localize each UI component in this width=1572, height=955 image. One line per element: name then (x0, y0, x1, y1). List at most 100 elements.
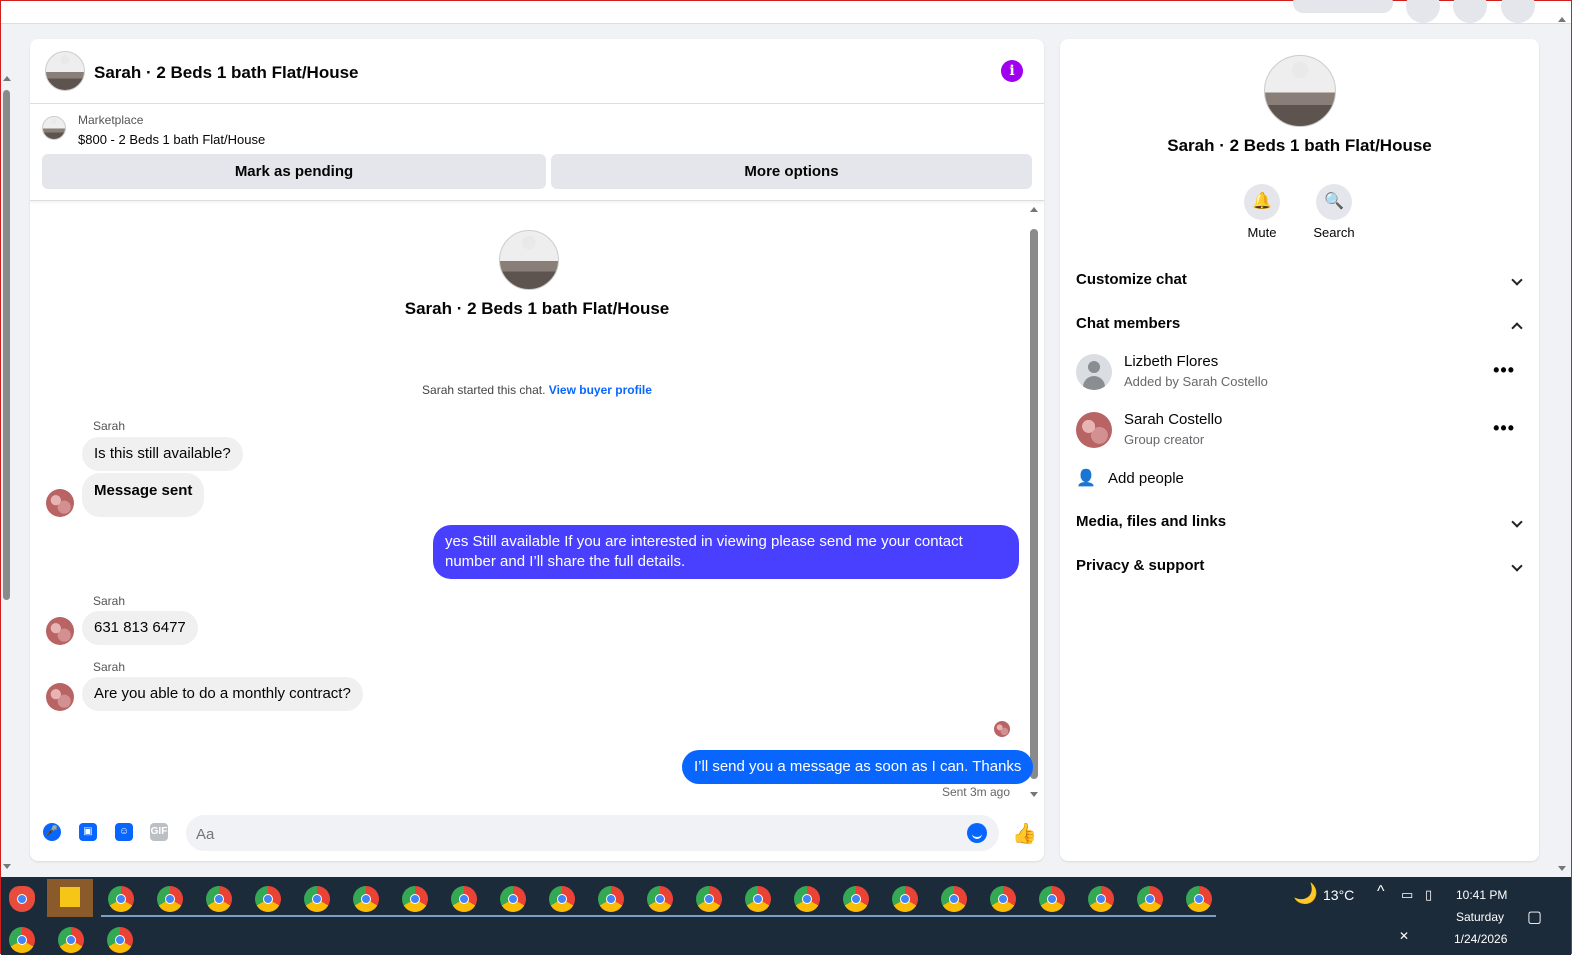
scroll-up-icon[interactable] (1030, 207, 1038, 212)
sarah-avatar[interactable] (46, 683, 74, 711)
scroll-down-icon[interactable] (3, 864, 11, 869)
chrome-icon[interactable] (549, 886, 575, 912)
chrome-icon[interactable] (598, 886, 624, 912)
message-bubble[interactable]: Is this still available? (82, 437, 243, 471)
privacy-support-section[interactable]: Privacy & support (1076, 557, 1523, 581)
chrome-icon[interactable] (500, 886, 526, 912)
sarah-avatar[interactable] (46, 617, 74, 645)
chrome-icon[interactable] (696, 886, 722, 912)
panel-avatar[interactable] (1264, 55, 1336, 127)
chrome-icon[interactable] (1186, 886, 1212, 912)
chrome-icon[interactable] (107, 927, 133, 953)
message-input[interactable] (186, 815, 958, 853)
marketplace-listing-bar: Marketplace $800 - 2 Beds 1 bath Flat/Ho… (30, 104, 1044, 201)
app-icon[interactable] (9, 886, 35, 912)
chrome-icon[interactable] (1088, 886, 1114, 912)
chat-avatar[interactable] (45, 51, 85, 91)
scroll-up-icon[interactable] (3, 76, 11, 81)
add-people-button[interactable]: 👤 Add people (1076, 468, 1523, 492)
chrome-icon[interactable] (843, 886, 869, 912)
my-message-bubble[interactable]: I’ll send you a message as soon as I can… (682, 750, 1034, 784)
volume-muted-icon[interactable]: ✕ (1399, 929, 1409, 943)
member-row[interactable]: Lizbeth Flores Added by Sarah Costello •… (1076, 352, 1523, 392)
taskbar: 🌙 13°C ^ ▭ ▯ ✕ 10:41 PM Saturday 1/24/20… (1, 877, 1571, 955)
my-message-bubble[interactable]: yes Still available If you are intereste… (433, 525, 1019, 579)
chrome-icon[interactable] (941, 886, 967, 912)
chrome-icon[interactable] (304, 886, 330, 912)
chrome-icon[interactable] (794, 886, 820, 912)
view-buyer-profile-link[interactable]: View buyer profile (549, 383, 652, 397)
sender-name: Sarah (93, 660, 126, 674)
sarah-avatar[interactable] (46, 489, 74, 517)
media-files-links-section[interactable]: Media, files and links (1076, 513, 1523, 537)
scroll-down-icon[interactable] (1558, 866, 1566, 871)
clock-time[interactable]: 10:41 PM (1456, 888, 1507, 902)
search-icon[interactable]: 🔍 (1316, 184, 1352, 220)
display-icon[interactable]: ▯ (1425, 887, 1432, 903)
chevron-up-icon[interactable]: ^ (1377, 883, 1385, 901)
chrome-icon[interactable] (9, 927, 35, 953)
member-name: Lizbeth Flores (1124, 353, 1219, 370)
chat-members-section[interactable]: Chat members (1076, 315, 1523, 339)
chrome-icon[interactable] (1137, 886, 1163, 912)
chat-members-label: Chat members (1076, 315, 1181, 332)
clock-day[interactable]: Saturday (1456, 910, 1504, 924)
message-bubble[interactable]: Message sent (82, 473, 205, 517)
clock-date[interactable]: 1/24/2026 (1454, 932, 1507, 946)
chrome-icon[interactable] (157, 886, 183, 912)
photo-icon[interactable]: ▣ (79, 823, 97, 841)
scroll-down-icon[interactable] (1030, 792, 1038, 797)
moon-icon[interactable]: 🌙 (1293, 881, 1318, 906)
chrome-icon[interactable] (892, 886, 918, 912)
listing-title[interactable]: $800 - 2 Beds 1 bath Flat/House (78, 132, 265, 147)
sticky-notes-icon[interactable] (47, 879, 93, 917)
notification-icon[interactable]: ▢ (1527, 907, 1542, 927)
microphone-icon[interactable]: 🎤 (43, 823, 61, 841)
mute-label[interactable]: Mute (1232, 225, 1292, 240)
more-options-button[interactable]: More options (551, 154, 1032, 189)
messenger-icon[interactable] (1453, 0, 1487, 23)
chrome-icon[interactable] (255, 886, 281, 912)
scroll-up-icon[interactable] (1558, 17, 1566, 22)
listing-thumbnail[interactable] (42, 116, 66, 140)
chrome-icon[interactable] (745, 886, 771, 912)
page-scrollbar-thumb[interactable] (3, 90, 10, 600)
more-options-icon[interactable]: ••• (1493, 360, 1515, 381)
weather-temperature[interactable]: 13°C (1323, 887, 1354, 903)
message-input-box[interactable] (186, 815, 999, 853)
mark-as-pending-button[interactable]: Mark as pending (42, 154, 546, 189)
search-label[interactable]: Search (1304, 225, 1364, 240)
emoji-icon[interactable] (967, 823, 987, 843)
running-apps-indicator (101, 915, 1216, 917)
read-receipt-avatar (994, 721, 1010, 737)
more-options-icon[interactable]: ••• (1493, 418, 1515, 439)
chrome-icon[interactable] (58, 927, 84, 953)
menu-icon[interactable] (1406, 0, 1440, 23)
chrome-icon[interactable] (647, 886, 673, 912)
sticker-icon[interactable]: ☺ (115, 823, 133, 841)
network-icon[interactable]: ▭ (1401, 887, 1413, 903)
message-bubble[interactable]: 631 813 6477 (82, 611, 198, 645)
gif-icon[interactable]: GIF (150, 823, 168, 841)
message-list[interactable]: Sarah · 2 Beds 1 bath Flat/House Sarah s… (30, 201, 1044, 801)
chrome-icon[interactable] (402, 886, 428, 912)
chrome-icon[interactable] (206, 886, 232, 912)
message-scrollbar[interactable] (1030, 207, 1038, 797)
chevron-down-icon (1511, 560, 1523, 572)
chrome-icon[interactable] (451, 886, 477, 912)
bell-icon[interactable]: 🔔 (1244, 184, 1280, 220)
chat-title[interactable]: Sarah · 2 Beds 1 bath Flat/House (94, 63, 359, 83)
customize-chat-section[interactable]: Customize chat (1076, 271, 1523, 295)
top-search-pill[interactable] (1293, 0, 1393, 13)
member-row[interactable]: Sarah Costello Group creator ••• (1076, 410, 1523, 450)
chrome-icon[interactable] (1039, 886, 1065, 912)
page-scrollbar[interactable] (2, 76, 12, 871)
chrome-icon[interactable] (353, 886, 379, 912)
chrome-icon[interactable] (990, 886, 1016, 912)
account-avatar[interactable] (1501, 0, 1535, 23)
conversation-avatar[interactable] (499, 230, 559, 290)
thumbs-up-icon[interactable]: 👍 (1012, 823, 1037, 845)
message-bubble[interactable]: Are you able to do a monthly contract? (82, 677, 363, 711)
info-icon[interactable]: i (1001, 60, 1023, 82)
chrome-icon[interactable] (108, 886, 134, 912)
